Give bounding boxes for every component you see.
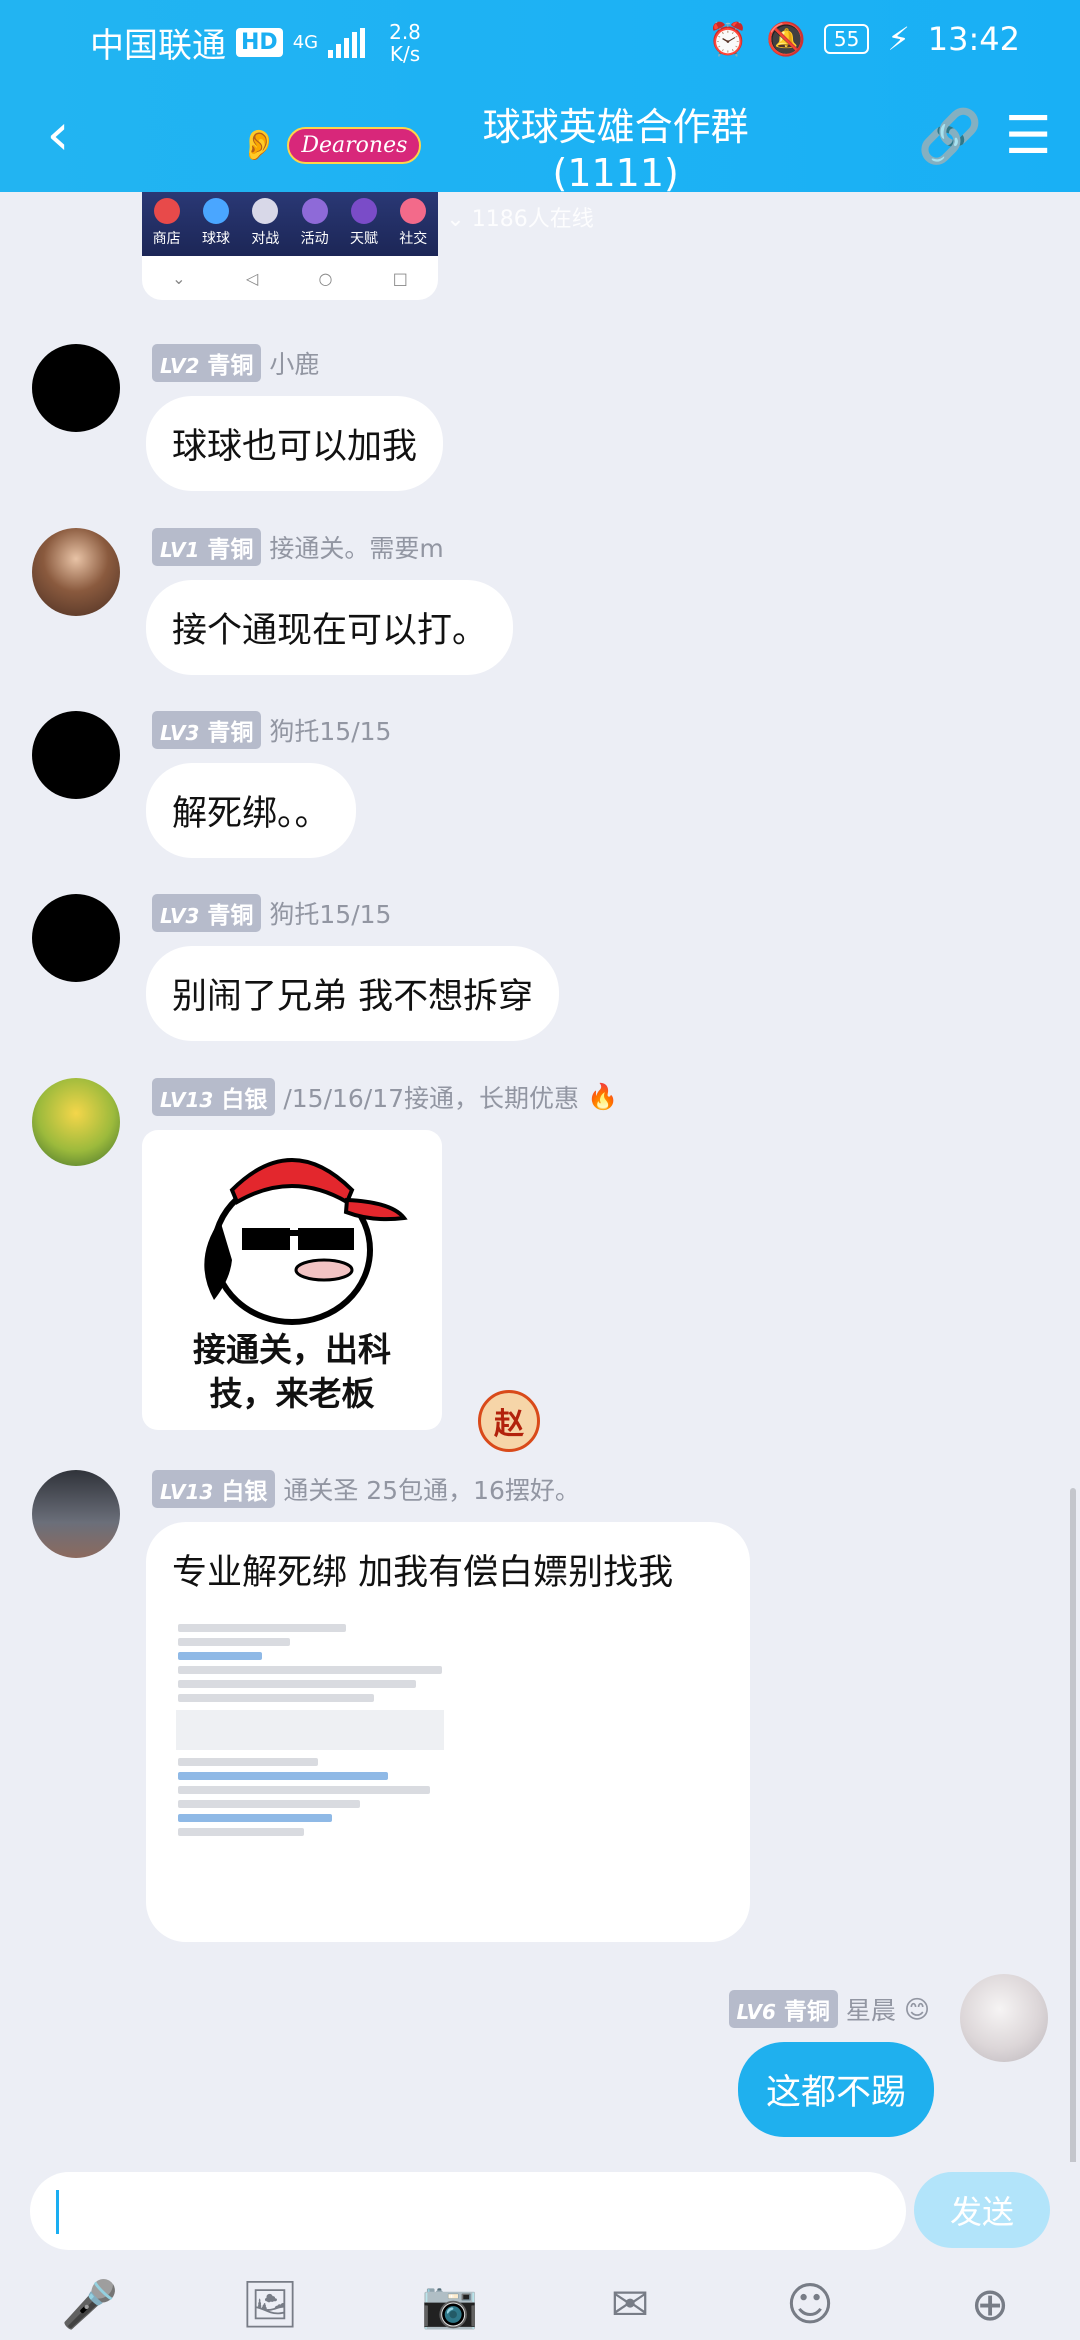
- sticker-caption: 接通关，出科 技，来老板: [142, 1328, 442, 1416]
- smile-icon: 😊: [903, 1994, 930, 2024]
- chat-list[interactable]: 商店 球球 对战 活动 天赋 社交 ⌄ ◁ ○ □ LV2 青铜 小鹿 球球也可以加我…: [0, 192, 1080, 2162]
- preview-tab: 社交: [399, 198, 427, 248]
- menu-icon: ☰: [1004, 106, 1052, 166]
- sender-meta: LV13 白银 通关圣 25包通，16摆好。: [152, 1470, 580, 1508]
- menu-button[interactable]: ☰: [998, 106, 1058, 166]
- link-icon: 🔗: [917, 106, 983, 167]
- avatar[interactable]: [32, 528, 120, 616]
- sticker-caption-text: 接通关，出科 技，来老板: [193, 1330, 391, 1413]
- level-badge: LV13 白银: [152, 1470, 276, 1508]
- level-badge: LV6 青铜: [728, 1990, 838, 2028]
- level-badge: LV3 青铜: [152, 894, 262, 932]
- message-bubble[interactable]: 专业解死绑 加我有偿白嫖别找我: [146, 1522, 750, 1942]
- clock: 13:42: [927, 20, 1020, 58]
- input-toolbar: 🎤 🖼 📷 ✉ ☺ ⊕: [0, 2268, 1080, 2340]
- preview-tab: 天赋: [350, 198, 378, 248]
- voice-button[interactable]: 🎤: [58, 2272, 122, 2336]
- avatar[interactable]: [32, 894, 120, 982]
- red-packet-badge[interactable]: 赵: [478, 1390, 540, 1452]
- image-message-preview[interactable]: 商店 球球 对战 活动 天赋 社交 ⌄ ◁ ○ □: [142, 192, 438, 300]
- sender-name: 小鹿: [269, 350, 320, 379]
- more-button[interactable]: ⊕: [958, 2272, 1022, 2336]
- self-avatar[interactable]: [960, 1974, 1048, 2062]
- message-text: 专业解死绑 加我有偿白嫖别找我: [172, 1553, 674, 1593]
- status-bar: 中国联通 HD 4G 2.8 K/s ⏰ 🔕 55 ⚡ 13:42: [0, 0, 1080, 80]
- text-caret: [56, 2190, 59, 2234]
- image-icon: 🖼: [240, 2276, 300, 2331]
- signal-icon: [328, 27, 366, 58]
- chevron-left-icon: ‹: [46, 100, 70, 168]
- preview-tab: 对战: [251, 198, 279, 248]
- red-packet-icon: ✉: [610, 2277, 650, 2331]
- status-right: ⏰ 🔕 55 ⚡ 13:42: [708, 20, 1020, 58]
- sticker-image: [204, 1158, 408, 1325]
- sticker-message[interactable]: 接通关，出科 技，来老板: [142, 1130, 442, 1430]
- composer: 发送 🎤 🖼 📷 ✉ ☺ ⊕: [0, 2162, 1080, 2340]
- battery-icon: 55: [823, 24, 870, 54]
- emoji-button[interactable]: ☺: [778, 2272, 842, 2336]
- camera-button[interactable]: 📷: [418, 2272, 482, 2336]
- charging-icon: ⚡: [887, 20, 910, 58]
- red-packet-button[interactable]: ✉: [598, 2272, 662, 2336]
- plus-icon: ⊕: [970, 2277, 1010, 2331]
- mute-icon: 🔕: [766, 20, 806, 58]
- nav-bar: ‹ 👂 Dearones 球球英雄合作群(1111) ⌄ 1186人在线 🔗 ☰: [0, 80, 1080, 232]
- avatar[interactable]: [32, 711, 120, 799]
- preview-navbar: ⌄ ◁ ○ □: [172, 268, 408, 288]
- level-badge: LV13 白银: [152, 1078, 276, 1116]
- preview-tabbar: 商店 球球 对战 活动 天赋 社交: [142, 192, 438, 256]
- alarm-icon: ⏰: [708, 20, 749, 58]
- emoji-icon: ☺: [786, 2277, 834, 2331]
- fire-icon: 🔥: [587, 1082, 619, 1111]
- embedded-screenshot[interactable]: [170, 1618, 450, 1918]
- self-meta: LV6 青铜 星晨 😊: [728, 1990, 930, 2028]
- message-bubble[interactable]: 接个通现在可以打。: [146, 580, 514, 675]
- sender-meta: LV13 白银 /15/16/17接通，长期优惠 🔥: [152, 1078, 618, 1116]
- message-bubble[interactable]: 球球也可以加我: [146, 396, 444, 491]
- preview-tab: 球球: [202, 198, 230, 248]
- avatar[interactable]: [32, 344, 120, 432]
- sender-meta: LV2 青铜 小鹿: [152, 344, 319, 382]
- group-logo: Dearones: [287, 127, 422, 164]
- scrollbar[interactable]: [1070, 1488, 1076, 2162]
- group-title: 球球英雄合作群(1111): [482, 105, 749, 195]
- ear-icon: 👂: [240, 128, 278, 163]
- sender-meta: LV3 青铜 狗托15/15: [152, 894, 391, 932]
- avatar[interactable]: [32, 1470, 120, 1558]
- self-message-bubble[interactable]: 这都不踢: [737, 2042, 934, 2137]
- image-button[interactable]: 🖼: [238, 2272, 302, 2336]
- level-badge: LV1 青铜: [152, 528, 262, 566]
- chat-header: 中国联通 HD 4G 2.8 K/s ⏰ 🔕 55 ⚡ 13:42 ‹ 👂 De…: [0, 0, 1080, 232]
- net-speed-unit: K/s: [389, 41, 421, 66]
- send-button[interactable]: 发送: [914, 2172, 1050, 2248]
- sender-name: 通关圣 25包通，16摆好。: [283, 1476, 580, 1505]
- sender-name: 星晨: [845, 1996, 896, 2025]
- sender-meta: LV3 青铜 狗托15/15: [152, 711, 391, 749]
- sender-name: /15/16/17接通，长期优惠: [283, 1084, 580, 1113]
- avatar[interactable]: [32, 1078, 120, 1166]
- preview-tab: 活动: [301, 198, 329, 248]
- back-button[interactable]: ‹: [28, 100, 88, 168]
- carrier-name: 中国联通: [90, 26, 226, 66]
- net-speed-value: 2.8: [389, 19, 421, 44]
- level-badge: LV3 青铜: [152, 711, 262, 749]
- title-row: 👂 Dearones 球球英雄合作群(1111): [240, 96, 800, 195]
- microphone-icon: 🎤: [61, 2276, 119, 2331]
- net-speed: 2.8 K/s: [389, 21, 421, 65]
- sender-meta: LV1 青铜 接通关。需要m: [152, 528, 444, 566]
- message-input[interactable]: [30, 2172, 906, 2250]
- level-badge: LV2 青铜: [152, 344, 262, 382]
- sender-name: 狗托15/15: [269, 717, 392, 746]
- link-button[interactable]: 🔗: [917, 106, 983, 167]
- message-bubble[interactable]: 解死绑。。: [146, 763, 356, 858]
- camera-icon: 📷: [421, 2276, 479, 2331]
- network-type: 4G: [292, 31, 319, 53]
- message-bubble[interactable]: 别闹了兄弟 我不想拆穿: [146, 946, 560, 1041]
- hd-badge: HD: [236, 28, 283, 57]
- preview-tab: 商店: [153, 198, 181, 248]
- sender-name: 狗托15/15: [269, 900, 392, 929]
- sender-name: 接通关。需要m: [269, 534, 444, 563]
- status-left: 中国联通 HD 4G 2.8 K/s: [90, 18, 421, 67]
